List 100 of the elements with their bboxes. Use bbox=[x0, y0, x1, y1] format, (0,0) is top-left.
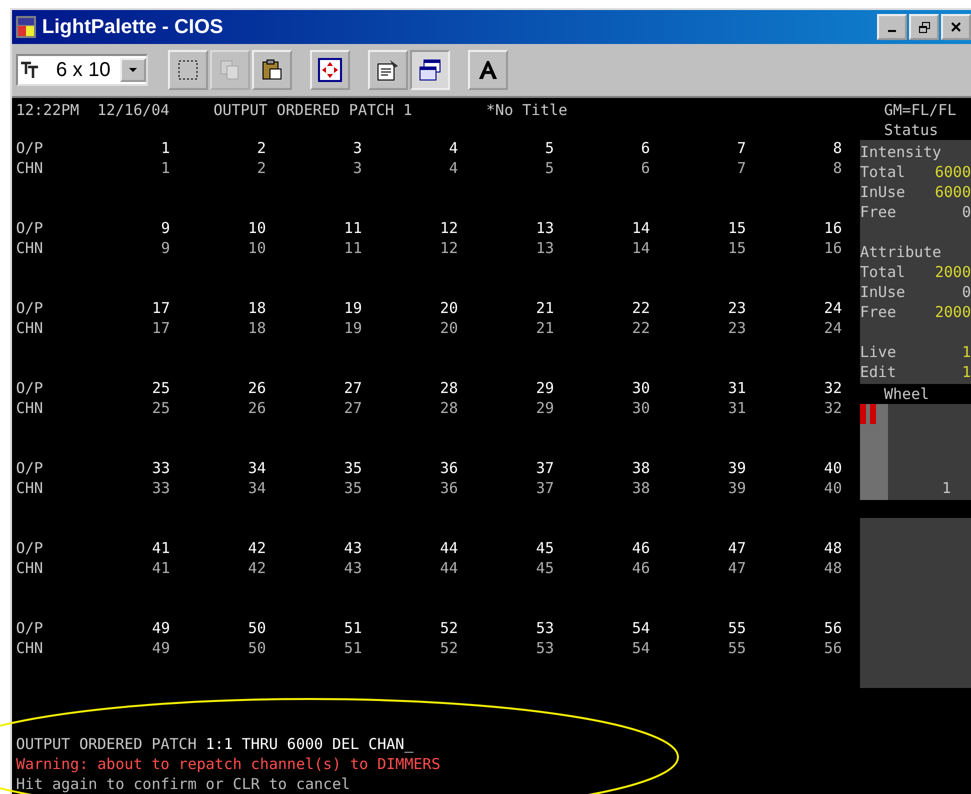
output-number: 53 bbox=[534, 618, 555, 638]
minimize-icon bbox=[888, 30, 896, 32]
restore-icon bbox=[918, 22, 930, 32]
channel-number: 52 bbox=[438, 638, 459, 658]
status-title: Status bbox=[883, 120, 940, 140]
output-number: 44 bbox=[438, 538, 459, 558]
channel-number: 56 bbox=[822, 638, 843, 658]
channel-number: 8 bbox=[832, 158, 843, 178]
output-number: 8 bbox=[832, 138, 843, 158]
output-label: O/P bbox=[16, 298, 44, 318]
paste-button[interactable] bbox=[252, 50, 292, 90]
channel-number: 1 bbox=[160, 158, 171, 178]
output-label: O/P bbox=[16, 538, 44, 558]
output-number: 25 bbox=[150, 378, 171, 398]
status-value: 2000 bbox=[934, 302, 971, 322]
channel-number: 18 bbox=[246, 318, 267, 338]
output-number: 49 bbox=[150, 618, 171, 638]
output-number: 21 bbox=[534, 298, 555, 318]
output-number: 36 bbox=[438, 458, 459, 478]
channel-number: 14 bbox=[630, 238, 651, 258]
output-number: 41 bbox=[150, 538, 171, 558]
status-label: Edit bbox=[860, 362, 896, 382]
channel-number: 4 bbox=[448, 158, 459, 178]
channel-number: 46 bbox=[630, 558, 651, 578]
clipboard-icon bbox=[260, 58, 284, 82]
properties-icon bbox=[376, 58, 400, 82]
output-number: 51 bbox=[342, 618, 363, 638]
output-number: 20 bbox=[438, 298, 459, 318]
output-number: 3 bbox=[352, 138, 363, 158]
minimize-button[interactable] bbox=[877, 14, 907, 40]
channel-number: 33 bbox=[150, 478, 171, 498]
output-number: 28 bbox=[438, 378, 459, 398]
output-number: 56 bbox=[822, 618, 843, 638]
output-number: 9 bbox=[160, 218, 171, 238]
status-value: 6000 bbox=[934, 162, 971, 182]
properties-button[interactable] bbox=[368, 50, 408, 90]
output-number: 34 bbox=[246, 458, 267, 478]
channel-label: CHN bbox=[16, 638, 44, 658]
screen-title: OUTPUT ORDERED PATCH 1 bbox=[213, 100, 412, 121]
output-number: 29 bbox=[534, 378, 555, 398]
channel-number: 36 bbox=[438, 478, 459, 498]
date: 12/16/04 bbox=[97, 100, 170, 121]
channel-number: 32 bbox=[822, 398, 843, 418]
output-number: 38 bbox=[630, 458, 651, 478]
channel-number: 11 bbox=[342, 238, 363, 258]
hint-message: Hit again to confirm or CLR to cancel bbox=[16, 774, 352, 794]
close-icon bbox=[951, 22, 961, 32]
output-number: 2 bbox=[256, 138, 267, 158]
output-label: O/P bbox=[16, 618, 44, 638]
channel-number: 5 bbox=[544, 158, 555, 178]
window-title: LightPalette - CIOS bbox=[42, 16, 224, 38]
channel-number: 12 bbox=[438, 238, 459, 258]
command-text: 1:1 THRU 6000 DEL CHAN_ bbox=[206, 735, 414, 753]
close-button[interactable] bbox=[941, 14, 971, 40]
channel-number: 9 bbox=[160, 238, 171, 258]
output-number: 23 bbox=[726, 298, 747, 318]
channel-number: 45 bbox=[534, 558, 555, 578]
output-label: O/P bbox=[16, 458, 44, 478]
output-number: 26 bbox=[246, 378, 267, 398]
restore-button[interactable] bbox=[909, 14, 939, 40]
output-label: O/P bbox=[16, 218, 44, 238]
status-label: Total bbox=[860, 262, 906, 282]
channel-number: 10 bbox=[246, 238, 267, 258]
output-number: 40 bbox=[822, 458, 843, 478]
output-number: 33 bbox=[150, 458, 171, 478]
select-button[interactable] bbox=[168, 50, 208, 90]
channel-number: 44 bbox=[438, 558, 459, 578]
time: 12:22PM bbox=[16, 100, 80, 121]
font-size-dropdown[interactable]: 6 x 10 bbox=[16, 54, 148, 86]
fullscreen-button[interactable] bbox=[310, 50, 350, 90]
channel-number: 48 bbox=[822, 558, 843, 578]
output-number: 18 bbox=[246, 298, 267, 318]
output-label: O/P bbox=[16, 378, 44, 398]
warning-message: Warning: about to repatch channel(s) to DIMMERS bbox=[16, 754, 442, 774]
channel-number: 47 bbox=[726, 558, 747, 578]
channel-number: 16 bbox=[822, 238, 843, 258]
output-number: 37 bbox=[534, 458, 555, 478]
windows-icon bbox=[418, 58, 442, 82]
wheel-value: 1 bbox=[942, 478, 951, 498]
output-number: 14 bbox=[630, 218, 651, 238]
output-number: 7 bbox=[736, 138, 747, 158]
channel-number: 6 bbox=[640, 158, 651, 178]
channel-number: 29 bbox=[534, 398, 555, 418]
output-number: 24 bbox=[822, 298, 843, 318]
output-number: 27 bbox=[342, 378, 363, 398]
status-label: Free bbox=[860, 302, 896, 322]
status-heading: Intensity bbox=[860, 142, 942, 162]
output-number: 47 bbox=[726, 538, 747, 558]
status-label: Free bbox=[860, 202, 896, 222]
output-number: 39 bbox=[726, 458, 747, 478]
status-label: InUse bbox=[860, 282, 906, 302]
channel-number: 3 bbox=[352, 158, 363, 178]
font-button[interactable] bbox=[468, 50, 508, 90]
output-label: O/P bbox=[16, 138, 44, 158]
channel-number: 40 bbox=[822, 478, 843, 498]
four-arrows-icon bbox=[318, 58, 342, 82]
output-number: 31 bbox=[726, 378, 747, 398]
status-heading: Attribute bbox=[860, 242, 942, 262]
channel-number: 15 bbox=[726, 238, 747, 258]
status-value: 0 bbox=[962, 282, 971, 302]
